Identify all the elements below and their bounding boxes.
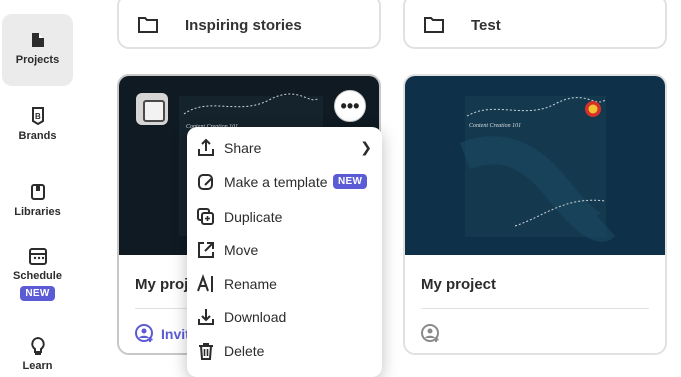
project-thumbnail[interactable]: Content Creation 101 [405,76,665,255]
nav-item-brands[interactable]: B Brands [2,106,73,142]
menu-item-rename[interactable]: Rename [187,267,382,300]
thumbnail-art: Content Creation 101 [459,96,616,242]
side-nav: Projects B Brands Libraries Schedule NEW… [0,0,76,372]
nav-item-schedule[interactable]: Schedule NEW [2,246,73,301]
delete-icon [199,342,213,360]
menu-label: Duplicate [224,208,283,225]
nav-label: Brands [18,130,57,142]
folder-card[interactable]: Test [403,0,667,49]
svg-text:B: B [35,112,41,121]
menu-label: Rename [224,275,277,292]
folder-icon [138,17,158,33]
download-icon [198,308,214,325]
brands-icon: B [31,107,44,126]
menu-label: Share [224,139,262,156]
menu-item-delete[interactable]: Delete [187,334,382,367]
project-title: My proj [135,276,189,293]
duplicate-icon [197,207,214,225]
menu-label: Move [224,241,259,258]
nav-label: Learn [22,360,53,372]
invite-user-icon[interactable] [421,324,441,344]
nav-item-learn[interactable]: Learn [2,336,73,372]
invite-label: Invit [161,326,190,342]
share-icon [198,138,214,156]
divider [421,308,649,309]
move-icon [198,241,214,258]
nav-label: Schedule [13,270,62,282]
project-title: My project [421,276,497,293]
folder-title: Test [471,17,501,34]
menu-label: Make a template [224,173,328,190]
menu-label: Delete [224,342,265,359]
menu-item-duplicate[interactable]: Duplicate [187,200,382,233]
nav-item-projects[interactable]: Projects [2,14,73,86]
nav-item-libraries[interactable]: Libraries [2,182,73,218]
select-checkbox[interactable] [136,93,168,125]
folder-icon [424,17,444,33]
invite-link[interactable]: Invit [135,324,190,344]
invite-user-icon [135,324,153,342]
thumbnail-text: Content Creation 101 [469,123,521,129]
nav-label: Libraries [14,206,61,218]
rename-icon [197,273,213,292]
template-icon [198,173,213,190]
menu-item-make-template[interactable]: Make a template NEW [187,165,382,198]
schedule-icon [28,248,47,265]
new-badge: NEW [333,174,368,189]
menu-item-move[interactable]: Move [187,233,382,266]
projects-icon [31,33,44,47]
folder-card[interactable]: Inspiring stories [117,0,381,49]
folder-title: Inspiring stories [185,17,302,34]
more-options-button[interactable]: ••• [334,90,366,122]
menu-label: Download [224,308,287,325]
new-badge: NEW [20,286,55,301]
chevron-right-icon: ❯ [360,139,372,155]
project-context-menu: Share ❯ Make a template NEW Duplicate Mo… [187,127,382,377]
menu-item-download[interactable]: Download [187,300,382,333]
nav-label: Projects [15,54,60,66]
menu-item-share[interactable]: Share ❯ [187,131,382,164]
libraries-icon [30,184,45,200]
learn-icon [30,336,45,355]
project-card[interactable]: Content Creation 101 My project [403,74,667,355]
